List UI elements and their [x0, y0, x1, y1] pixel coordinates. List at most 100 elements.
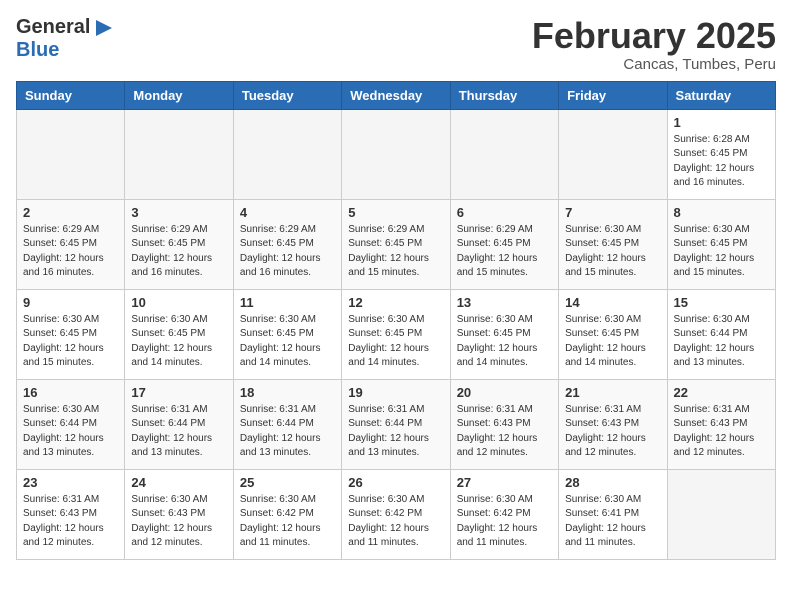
day-info: Sunrise: 6:31 AM Sunset: 6:43 PM Dayligh…: [674, 403, 769, 461]
day-info: Sunrise: 6:30 AM Sunset: 6:41 PM Dayligh…: [565, 493, 660, 551]
title-block: February 2025 Cancas, Tumbes, Peru: [532, 16, 776, 73]
calendar-cell: 5 Sunrise: 6:29 AM Sunset: 6:45 PM Daylig…: [342, 199, 450, 289]
day-info: Sunrise: 6:30 AM Sunset: 6:42 PM Dayligh…: [457, 493, 552, 551]
day-number: 21: [565, 385, 660, 400]
day-info: Sunrise: 6:29 AM Sunset: 6:45 PM Dayligh…: [348, 223, 443, 281]
calendar-cell: 6 Sunrise: 6:29 AM Sunset: 6:45 PM Daylig…: [450, 199, 558, 289]
calendar-cell: 2Sunrise: 6:29 AM Sunset: 6:45 PM Daylig…: [17, 199, 125, 289]
day-number: 15: [674, 295, 769, 310]
calendar-cell: [450, 109, 558, 199]
day-info: Sunrise: 6:30 AM Sunset: 6:45 PM Dayligh…: [240, 313, 335, 371]
day-number: 22: [674, 385, 769, 400]
day-info: Sunrise: 6:30 AM Sunset: 6:42 PM Dayligh…: [240, 493, 335, 551]
weekday-header-row: SundayMondayTuesdayWednesdayThursdayFrid…: [17, 81, 776, 109]
logo: General Blue: [16, 16, 114, 62]
day-number: 5: [348, 205, 443, 220]
calendar-week-row: 9 Sunrise: 6:30 AM Sunset: 6:45 PM Daylig…: [17, 289, 776, 379]
day-number: 24: [131, 475, 226, 490]
calendar-cell: 26 Sunrise: 6:30 AM Sunset: 6:42 PM Dayli…: [342, 469, 450, 559]
day-number: 28: [565, 475, 660, 490]
day-info: Sunrise: 6:30 AM Sunset: 6:44 PM Dayligh…: [23, 403, 118, 461]
calendar-cell: 13Sunrise: 6:30 AM Sunset: 6:45 PM Dayli…: [450, 289, 558, 379]
calendar-cell: 4Sunrise: 6:29 AM Sunset: 6:45 PM Daylig…: [233, 199, 341, 289]
day-info: Sunrise: 6:31 AM Sunset: 6:44 PM Dayligh…: [131, 403, 226, 461]
logo-flag-icon: [94, 18, 114, 38]
day-info: Sunrise: 6:31 AM Sunset: 6:43 PM Dayligh…: [23, 493, 118, 551]
calendar-cell: 18 Sunrise: 6:31 AM Sunset: 6:44 PM Dayli…: [233, 379, 341, 469]
day-info: Sunrise: 6:30 AM Sunset: 6:45 PM Dayligh…: [565, 313, 660, 371]
day-number: 6: [457, 205, 552, 220]
day-number: 9: [23, 295, 118, 310]
day-info: Sunrise: 6:29 AM Sunset: 6:45 PM Dayligh…: [240, 223, 335, 281]
calendar-cell: 12 Sunrise: 6:30 AM Sunset: 6:45 PM Dayli…: [342, 289, 450, 379]
calendar-week-row: 1Sunrise: 6:28 AM Sunset: 6:45 PM Daylig…: [17, 109, 776, 199]
day-info: Sunrise: 6:30 AM Sunset: 6:45 PM Dayligh…: [131, 313, 226, 371]
day-number: 25: [240, 475, 335, 490]
page-header: General Blue February 2025 Cancas, Tumbe…: [16, 16, 776, 73]
day-info: Sunrise: 6:30 AM Sunset: 6:45 PM Dayligh…: [457, 313, 552, 371]
calendar-cell: [233, 109, 341, 199]
day-info: Sunrise: 6:29 AM Sunset: 6:45 PM Dayligh…: [131, 223, 226, 281]
weekday-header-tuesday: Tuesday: [233, 81, 341, 109]
calendar-cell: 21 Sunrise: 6:31 AM Sunset: 6:43 PM Dayli…: [559, 379, 667, 469]
day-info: Sunrise: 6:31 AM Sunset: 6:43 PM Dayligh…: [565, 403, 660, 461]
calendar-week-row: 23 Sunrise: 6:31 AM Sunset: 6:43 PM Dayli…: [17, 469, 776, 559]
day-number: 17: [131, 385, 226, 400]
day-info: Sunrise: 6:30 AM Sunset: 6:45 PM Dayligh…: [565, 223, 660, 281]
calendar-cell: 25 Sunrise: 6:30 AM Sunset: 6:42 PM Dayli…: [233, 469, 341, 559]
calendar-cell: 15 Sunrise: 6:30 AM Sunset: 6:44 PM Dayli…: [667, 289, 775, 379]
day-number: 2: [23, 205, 118, 220]
calendar-cell: [667, 469, 775, 559]
day-number: 20: [457, 385, 552, 400]
calendar-cell: [559, 109, 667, 199]
calendar-cell: 17 Sunrise: 6:31 AM Sunset: 6:44 PM Dayli…: [125, 379, 233, 469]
calendar-cell: [125, 109, 233, 199]
day-info: Sunrise: 6:31 AM Sunset: 6:44 PM Dayligh…: [348, 403, 443, 461]
day-number: 10: [131, 295, 226, 310]
day-info: Sunrise: 6:30 AM Sunset: 6:42 PM Dayligh…: [348, 493, 443, 551]
day-number: 12: [348, 295, 443, 310]
calendar-cell: [17, 109, 125, 199]
day-info: Sunrise: 6:31 AM Sunset: 6:44 PM Dayligh…: [240, 403, 335, 461]
location-text: Cancas, Tumbes, Peru: [532, 56, 776, 73]
day-number: 16: [23, 385, 118, 400]
calendar-cell: 19 Sunrise: 6:31 AM Sunset: 6:44 PM Dayli…: [342, 379, 450, 469]
calendar-cell: 20 Sunrise: 6:31 AM Sunset: 6:43 PM Dayli…: [450, 379, 558, 469]
day-number: 7: [565, 205, 660, 220]
calendar-cell: 28 Sunrise: 6:30 AM Sunset: 6:41 PM Dayli…: [559, 469, 667, 559]
day-number: 8: [674, 205, 769, 220]
day-info: Sunrise: 6:29 AM Sunset: 6:45 PM Dayligh…: [457, 223, 552, 281]
weekday-header-monday: Monday: [125, 81, 233, 109]
weekday-header-sunday: Sunday: [17, 81, 125, 109]
weekday-header-wednesday: Wednesday: [342, 81, 450, 109]
calendar-cell: 11 Sunrise: 6:30 AM Sunset: 6:45 PM Dayli…: [233, 289, 341, 379]
calendar-cell: 23 Sunrise: 6:31 AM Sunset: 6:43 PM Dayli…: [17, 469, 125, 559]
weekday-header-saturday: Saturday: [667, 81, 775, 109]
day-info: Sunrise: 6:30 AM Sunset: 6:45 PM Dayligh…: [348, 313, 443, 371]
calendar-week-row: 16 Sunrise: 6:30 AM Sunset: 6:44 PM Dayli…: [17, 379, 776, 469]
weekday-header-thursday: Thursday: [450, 81, 558, 109]
day-number: 1: [674, 115, 769, 130]
calendar-cell: 10 Sunrise: 6:30 AM Sunset: 6:45 PM Dayli…: [125, 289, 233, 379]
calendar-cell: 8 Sunrise: 6:30 AM Sunset: 6:45 PM Daylig…: [667, 199, 775, 289]
day-number: 18: [240, 385, 335, 400]
calendar-week-row: 2 Sunrise: 6:29 AM Sunset: 6:45 PM Daylig…: [17, 199, 776, 289]
day-number: 27: [457, 475, 552, 490]
day-number: 19: [348, 385, 443, 400]
day-info: Sunrise: 6:30 AM Sunset: 6:45 PM Dayligh…: [674, 223, 769, 281]
calendar-cell: 16 Sunrise: 6:30 AM Sunset: 6:44 PM Dayli…: [17, 379, 125, 469]
day-number: 14: [565, 295, 660, 310]
day-info: Sunrise: 6:31 AM Sunset: 6:43 PM Dayligh…: [457, 403, 552, 461]
calendar-cell: 7 Sunrise: 6:30 AM Sunset: 6:45 PM Daylig…: [559, 199, 667, 289]
calendar-cell: 3Sunrise: 6:29 AM Sunset: 6:45 PM Daylig…: [125, 199, 233, 289]
calendar-cell: 22 Sunrise: 6:31 AM Sunset: 6:43 PM Dayli…: [667, 379, 775, 469]
day-number: 23: [23, 475, 118, 490]
logo-general-text: General: [16, 16, 90, 39]
day-number: 11: [240, 295, 335, 310]
calendar-cell: 24 Sunrise: 6:30 AM Sunset: 6:43 PM Dayli…: [125, 469, 233, 559]
day-info: Sunrise: 6:30 AM Sunset: 6:44 PM Dayligh…: [674, 313, 769, 371]
day-number: 26: [348, 475, 443, 490]
calendar-cell: [342, 109, 450, 199]
calendar-cell: 9Sunrise: 6:30 AM Sunset: 6:45 PM Daylig…: [17, 289, 125, 379]
day-info: Sunrise: 6:30 AM Sunset: 6:43 PM Dayligh…: [131, 493, 226, 551]
